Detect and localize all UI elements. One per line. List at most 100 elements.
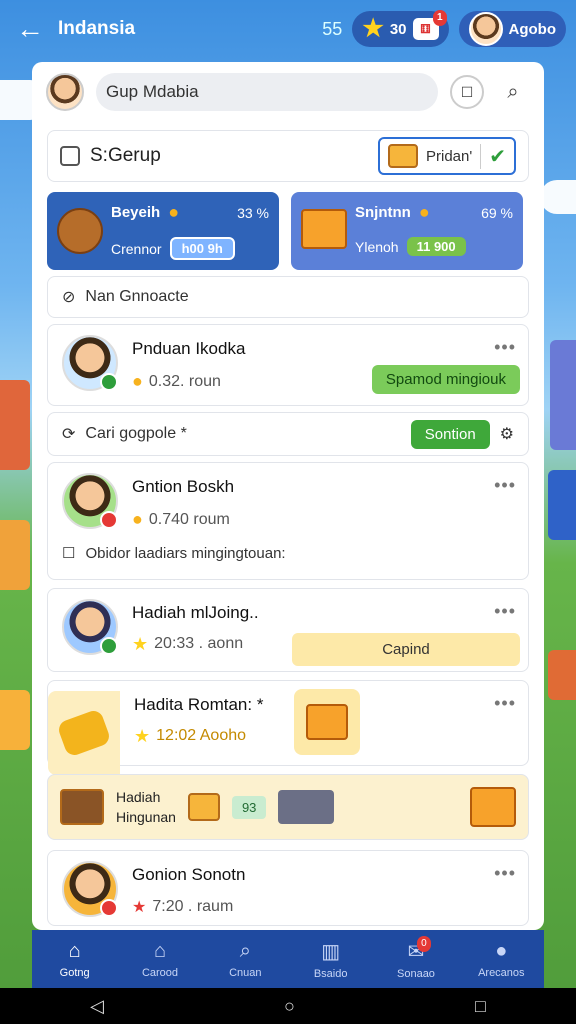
player-meta: 0.740 roum [148, 510, 230, 528]
reward-row[interactable]: Hadiah Hingunan 93 [47, 774, 529, 840]
treasure-chest-icon [60, 789, 104, 825]
group-icon [60, 146, 80, 166]
nav-label: Carood [141, 966, 179, 979]
stat-card-1[interactable]: Beyeih ● 33 % Crennor h00 9h [47, 192, 279, 270]
stat-name: Snjntnn [355, 204, 411, 221]
avatar [468, 12, 503, 46]
nav-item-mail[interactable]: ✉ 0 Sonaao [373, 930, 458, 988]
stat-sub: Crennor [111, 240, 162, 257]
nav-item-profile[interactable]: ● Arecanos [459, 930, 544, 988]
player-name: Pnduan Ikodka [132, 339, 246, 358]
coin-icon: ● [418, 202, 430, 222]
nav-label: Gotng [59, 966, 90, 979]
player-name: Gonion Sonotn [132, 865, 246, 884]
search-input[interactable]: Gup Mdabia [96, 73, 438, 111]
nav-item-search[interactable]: ⌕ Cnuan [203, 930, 288, 988]
player-meta: 12:02 Aooho [156, 727, 247, 744]
player-row[interactable]: Gntion Boskh ● 0.740 roum ••• ☐ Obidor la… [47, 462, 529, 580]
system-nav-bar: ◁ ○ □ [0, 988, 576, 1024]
refresh-icon: ⟳ [62, 426, 76, 443]
section-button[interactable]: Sontion [410, 419, 490, 449]
more-icon[interactable]: ••• [494, 601, 516, 622]
stat-card-2[interactable]: Snjntnn ● 69 % Ylenoh 11 900 [291, 192, 523, 270]
back-arrow-icon[interactable]: ← [10, 9, 50, 49]
search-row: Gup Mdabia ☐ ⌕ [32, 62, 544, 122]
nav-label: Arecanos [478, 966, 525, 979]
reward-line2: Hingunan [116, 809, 176, 825]
note-icon: ☐ [62, 545, 76, 562]
more-icon[interactable]: ••• [494, 475, 516, 496]
player-avatar [62, 473, 118, 529]
group-panel: Gup Mdabia ☐ ⌕ S:Gerup Pridan' ✔ Beyeih … [32, 62, 544, 930]
star-count: 30 [389, 20, 407, 38]
stat-percent: 33 % [237, 204, 269, 221]
group-tag[interactable]: Pridan' ✔ [378, 137, 516, 175]
group-label: S:Gerup [90, 145, 161, 166]
house-icon: ⌂ [153, 939, 167, 962]
more-icon[interactable]: ••• [494, 337, 516, 358]
bottom-nav: ⌂ Gotng ⌂ Carood ⌕ Cnuan ▥ Bsaido ✉ 0 Sonaao ●… [32, 930, 544, 988]
nav-badge: 0 [417, 936, 431, 952]
player-row[interactable]: Pnduan Ikodka ● 0.32. roun ••• Spamod min… [47, 324, 529, 406]
nav-item-home[interactable]: ⌂ Gotng [32, 930, 117, 988]
status-dot [100, 511, 118, 529]
nav-label: Cnuan [229, 966, 262, 979]
stat-name: Beyeih [111, 204, 161, 221]
cari-row[interactable]: ⟳ Cari gogpole * Sontion ⚙ [47, 412, 529, 456]
nav-label: Sonaao [397, 967, 435, 980]
online-dot [100, 637, 118, 655]
online-dot [100, 373, 118, 391]
gift-box-icon[interactable] [470, 787, 516, 827]
player-row[interactable]: Hadita Romtan: * ★ 12:02 Aooho ••• [47, 680, 529, 775]
check-icon[interactable]: ✔ [480, 143, 506, 169]
player-meta: 0.32. roun [148, 372, 221, 390]
back-triangle-icon[interactable]: ◁ [90, 996, 104, 1017]
photo-icon [278, 790, 335, 824]
building-icon: ▥ [321, 940, 341, 963]
player-row[interactable]: Gonion Sonotn ★ 7:20 . raum ••• [47, 850, 529, 926]
gift-box-icon[interactable] [294, 689, 360, 755]
player-note: Obidor laadiars mingingtouan: [85, 544, 286, 562]
settings-icon[interactable]: ⚙ [500, 424, 514, 444]
dog-icon [57, 208, 103, 254]
player-avatar [62, 335, 118, 391]
stat-chip[interactable]: h00 9h [169, 237, 235, 260]
home-icon: ⌂ [68, 939, 81, 962]
player-avatar [62, 599, 118, 655]
search-icon: ⌕ [239, 939, 251, 962]
player-action-button[interactable]: Spamod mingiouk [371, 365, 520, 394]
dice-icon[interactable]: ⚅ 1 [412, 10, 447, 40]
more-icon[interactable]: ••• [494, 693, 516, 714]
star-icon: ★ [134, 726, 151, 746]
chat-icon[interactable]: ☐ [450, 75, 484, 109]
home-circle-icon[interactable]: ○ [284, 996, 295, 1017]
stat-sub: Ylenoh [355, 238, 399, 255]
gift-box-icon [301, 209, 347, 249]
currency-pill[interactable]: ★ 30 ⚅ 1 [352, 10, 449, 47]
player-row[interactable]: Hadiah mlJoing.. ★ 20:33 . aonn ••• Capin… [47, 588, 529, 672]
level-indicator: 55 [322, 18, 343, 39]
reward-line1: Hadiah [116, 789, 161, 805]
nan-label: Nan Gnnoacte [85, 288, 189, 305]
star-icon: ★ [362, 15, 384, 42]
nav-item-house[interactable]: ⌂ Carood [117, 930, 202, 988]
gold-icon [48, 691, 120, 775]
player-meta: 20:33 . aonn [154, 635, 244, 652]
player-name: Gntion Boskh [132, 477, 235, 496]
recents-square-icon[interactable]: □ [475, 996, 486, 1017]
note-row: ☐ Obidor laadiars mingingtouan: [62, 544, 514, 563]
star-icon: ★ [132, 634, 149, 654]
nav-item-building[interactable]: ▥ Bsaido [288, 930, 373, 988]
capind-button[interactable]: Capind [292, 633, 520, 666]
reward-chip: 93 [231, 795, 267, 819]
profile-pill[interactable]: Agobo [458, 11, 566, 47]
user-avatar[interactable] [46, 73, 84, 111]
player-name: Hadiah mlJoing.. [132, 603, 259, 622]
stat-chip[interactable]: 11 900 [406, 237, 466, 256]
search-icon[interactable]: ⌕ [496, 75, 530, 109]
nan-row[interactable]: ⊘ Nan Gnnoacte [47, 276, 529, 318]
more-icon[interactable]: ••• [494, 863, 516, 884]
group-header: S:Gerup Pridan' ✔ [47, 130, 529, 182]
cari-label: Cari gogpole * [85, 425, 187, 442]
dice-badge: 1 [432, 10, 447, 26]
